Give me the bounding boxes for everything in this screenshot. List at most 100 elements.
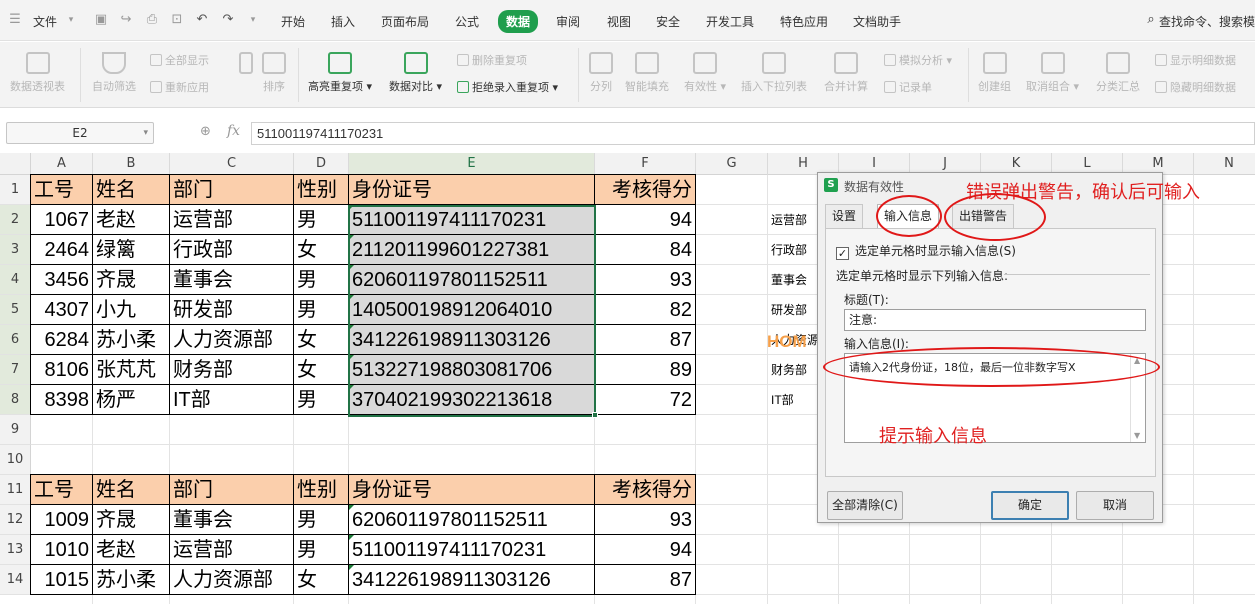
table-cell[interactable]: 财务部 [169, 354, 294, 385]
insert-dropdown-button[interactable]: 插入下拉列表 [741, 52, 807, 94]
undo-icon[interactable]: ↶ [195, 13, 209, 27]
reject-duplicates-button[interactable]: 拒绝录入重复项 ▾ [457, 79, 558, 95]
table-cell[interactable]: 性别 [293, 174, 349, 205]
table-cell[interactable]: 部门 [169, 474, 294, 505]
table-cell[interactable]: 运营部 [169, 534, 294, 565]
subtotal-button[interactable]: 分类汇总 [1096, 52, 1140, 94]
table-cell[interactable]: 84 [594, 234, 696, 265]
ungroup-button[interactable]: 取消组合 ▾ [1026, 52, 1079, 94]
file-menu[interactable]: 文件 [33, 13, 57, 30]
column-header[interactable]: E [349, 153, 595, 175]
select-all-corner[interactable] [0, 153, 31, 175]
table-cell[interactable]: 行政部 [169, 234, 294, 265]
table-cell[interactable]: 工号 [30, 174, 93, 205]
table-cell[interactable]: 部门 [169, 174, 294, 205]
tab-menu[interactable]: 安全 [656, 13, 680, 30]
row-header[interactable]: 2 [0, 205, 31, 235]
table-cell[interactable]: 考核得分 [594, 174, 696, 205]
table-cell[interactable]: 4307 [30, 294, 93, 325]
table-cell[interactable]: 511001197411170231 [348, 204, 595, 235]
table-cell[interactable]: 620601197801152511 [348, 264, 595, 295]
row-header[interactable]: 10 [0, 445, 31, 475]
tab-menu[interactable]: 文档助手 [853, 13, 901, 30]
table-cell[interactable]: 姓名 [92, 174, 170, 205]
row-header[interactable]: 12 [0, 505, 31, 535]
column-header[interactable]: A [31, 153, 93, 175]
validity-button[interactable]: 有效性 ▾ [684, 52, 726, 94]
table-cell[interactable]: 93 [594, 504, 696, 535]
column-header[interactable]: G [696, 153, 768, 175]
tab-menu[interactable]: 插入 [331, 13, 355, 30]
table-cell[interactable]: 女 [293, 354, 349, 385]
table-cell[interactable]: 杨严 [92, 384, 170, 415]
save-icon[interactable]: ▣ [94, 13, 108, 27]
row-header[interactable]: 6 [0, 325, 31, 355]
table-cell[interactable]: 82 [594, 294, 696, 325]
name-box[interactable]: E2 ▾ [6, 122, 154, 144]
table-cell[interactable]: 1009 [30, 504, 93, 535]
ok-button[interactable]: 确定 [991, 491, 1069, 520]
table-cell[interactable]: 人力资源部 [169, 324, 294, 355]
more-icon[interactable]: ▾ [246, 13, 260, 27]
table-cell[interactable]: 董事会 [169, 264, 294, 295]
table-cell[interactable]: 211201199601227381 [348, 234, 595, 265]
table-cell[interactable]: 绿篱 [92, 234, 170, 265]
share-icon[interactable]: ↪ [119, 13, 133, 27]
table-cell[interactable]: 男 [293, 384, 349, 415]
search-icon[interactable]: ⌕ [1144, 13, 1158, 27]
table-cell[interactable]: 苏小柔 [92, 324, 170, 355]
autofilter-button[interactable]: 自动筛选 [92, 52, 136, 94]
table-cell[interactable]: 研发部 [169, 294, 294, 325]
command-search[interactable]: 查找命令、搜索模 [1159, 13, 1255, 30]
column-header[interactable]: F [595, 153, 696, 175]
table-cell[interactable]: IT部 [169, 384, 294, 415]
show-detail-button[interactable]: 显示明细数据 [1155, 52, 1236, 68]
table-cell[interactable]: 6284 [30, 324, 93, 355]
table-cell[interactable]: 男 [293, 534, 349, 565]
table-cell[interactable]: 女 [293, 564, 349, 595]
tab-settings[interactable]: 设置 [825, 204, 864, 228]
table-cell[interactable]: 工号 [30, 474, 93, 505]
table-cell[interactable]: 93 [594, 264, 696, 295]
table-cell[interactable]: 苏小柔 [92, 564, 170, 595]
table-cell[interactable]: 94 [594, 204, 696, 235]
table-cell[interactable]: 张芃芃 [92, 354, 170, 385]
row-header[interactable]: 3 [0, 235, 31, 265]
table-cell[interactable]: 140500198912064010 [348, 294, 595, 325]
table-cell[interactable]: 1067 [30, 204, 93, 235]
table-cell[interactable]: 女 [293, 324, 349, 355]
sort-button[interactable]: 排序 [262, 52, 286, 94]
zoom-icon[interactable]: ⊕ [200, 124, 211, 139]
cancel-button[interactable]: 取消 [1076, 491, 1154, 520]
what-if-button[interactable]: 模拟分析 ▾ [884, 52, 952, 68]
table-cell[interactable]: 小九 [92, 294, 170, 325]
table-cell[interactable]: 身份证号 [348, 474, 595, 505]
table-cell[interactable]: 89 [594, 354, 696, 385]
highlight-duplicates-button[interactable]: 高亮重复项 ▾ [308, 52, 372, 94]
tab-data[interactable]: 数据 [497, 10, 539, 33]
create-group-button[interactable]: 创建组 [978, 52, 1011, 94]
table-cell[interactable]: 341226198911303126 [348, 324, 595, 355]
table-cell[interactable]: 人力资源部 [169, 564, 294, 595]
split-column-button[interactable]: 分列 [589, 52, 613, 94]
clear-all-button[interactable]: 全部清除(C) [827, 491, 903, 520]
chevron-down-icon[interactable]: ▾ [143, 123, 148, 143]
table-cell[interactable]: 8106 [30, 354, 93, 385]
table-cell[interactable]: 性别 [293, 474, 349, 505]
table-cell[interactable]: 2464 [30, 234, 93, 265]
table-cell[interactable]: 72 [594, 384, 696, 415]
menu-icon[interactable]: ☰ [8, 13, 22, 27]
row-header[interactable]: 13 [0, 535, 31, 565]
table-cell[interactable]: 考核得分 [594, 474, 696, 505]
table-cell[interactable]: 男 [293, 264, 349, 295]
remove-duplicates-button[interactable]: 删除重复项 [457, 52, 527, 68]
table-cell[interactable]: 8398 [30, 384, 93, 415]
reapply-button[interactable]: 重新应用 [150, 79, 209, 95]
table-cell[interactable]: 身份证号 [348, 174, 595, 205]
row-header[interactable]: 11 [0, 475, 31, 505]
row-header[interactable]: 14 [0, 565, 31, 595]
table-cell[interactable]: 齐晟 [92, 264, 170, 295]
show-all-button[interactable]: 全部显示 [150, 52, 209, 68]
table-cell[interactable]: 姓名 [92, 474, 170, 505]
chevron-down-icon[interactable]: ▼ [1134, 431, 1140, 440]
